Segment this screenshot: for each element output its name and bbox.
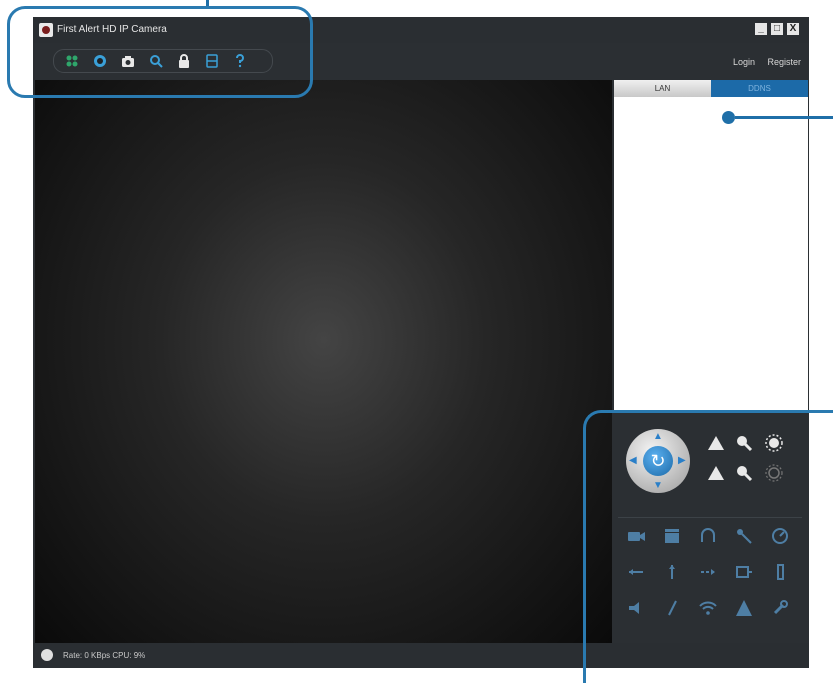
callout-leader-line [735, 116, 833, 119]
login-link[interactable]: Login [733, 57, 755, 67]
close-button[interactable]: X [787, 23, 799, 35]
video-view[interactable] [35, 80, 612, 658]
status-indicator-icon [41, 649, 53, 661]
status-text: Rate: 0 KBps CPU: 9% [63, 651, 146, 660]
account-links: Login Register [723, 57, 801, 67]
ptz-callout [583, 410, 833, 683]
register-link[interactable]: Register [767, 57, 801, 67]
tab-lan[interactable]: LAN [614, 80, 711, 97]
callout-dot [722, 111, 735, 124]
device-list[interactable] [614, 97, 808, 410]
tab-ddns[interactable]: DDNS [711, 80, 808, 97]
device-tabs: LAN DDNS [614, 80, 808, 97]
minimize-button[interactable]: _ [755, 23, 767, 35]
toolbar-callout [7, 6, 313, 98]
maximize-button[interactable]: □ [771, 23, 783, 35]
